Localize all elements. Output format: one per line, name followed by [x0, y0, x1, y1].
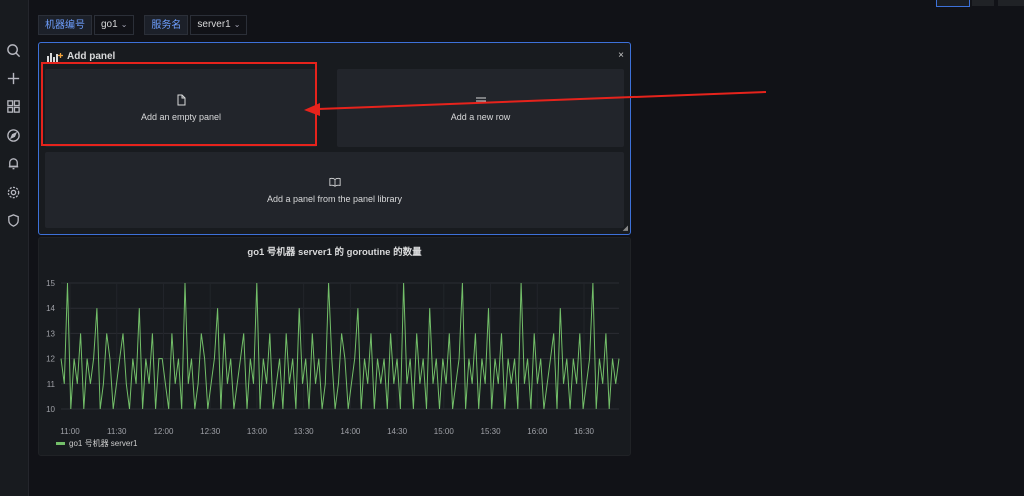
y-tick-label: 13	[46, 329, 55, 338]
shield-icon[interactable]	[3, 210, 23, 230]
top-right-button-3[interactable]	[998, 0, 1024, 6]
alert-bell-icon[interactable]	[3, 153, 23, 173]
file-icon	[177, 94, 186, 106]
y-tick-label: 12	[46, 355, 55, 364]
top-right-button[interactable]	[936, 0, 970, 7]
x-tick-label: 12:30	[200, 427, 221, 436]
add-panel-library-option[interactable]: Add a panel from the panel library	[45, 152, 624, 228]
x-tick-label: 13:00	[247, 427, 268, 436]
x-tick-label: 11:30	[107, 427, 127, 436]
resize-handle-icon[interactable]: ◢	[623, 224, 628, 232]
variable-value-machine: go1	[101, 19, 118, 30]
add-panel-library-label: Add a panel from the panel library	[266, 194, 403, 204]
explore-icon[interactable]	[3, 125, 23, 145]
add-panel-header: Add panel	[47, 51, 115, 62]
add-panel-title: Add panel	[67, 51, 116, 62]
series-line	[60, 282, 620, 410]
add-panel-widget: Add panel × Add an empty panel Add a new…	[38, 42, 631, 235]
dashboards-icon[interactable]	[3, 96, 23, 116]
variables-bar: 机器编号 go1 ⌄ 服务名 server1 ⌄	[38, 14, 248, 36]
x-tick-label: 15:00	[434, 427, 455, 436]
variable-select-service[interactable]: server1 ⌄	[190, 15, 248, 35]
plus-icon[interactable]	[3, 68, 23, 88]
sidebar	[0, 0, 29, 496]
y-tick-label: 10	[46, 405, 55, 414]
x-tick-label: 13:30	[294, 427, 315, 436]
add-empty-panel-label: Add an empty panel	[140, 112, 222, 122]
legend-swatch	[56, 442, 65, 445]
x-tick-label: 12:00	[153, 427, 174, 436]
gear-icon[interactable]	[3, 182, 23, 202]
top-right-button-2[interactable]	[972, 0, 994, 6]
rows-icon	[475, 97, 486, 102]
add-new-row-label: Add a new row	[450, 112, 511, 122]
y-tick-label: 11	[47, 380, 56, 389]
x-tick-label: 16:00	[527, 427, 548, 436]
x-tick-label: 16:30	[574, 427, 595, 436]
add-new-row-option[interactable]: Add a new row	[337, 69, 624, 147]
legend[interactable]: go1 号机器 server1	[56, 438, 137, 449]
x-tick-label: 11:00	[60, 427, 80, 436]
variable-select-machine[interactable]: go1 ⌄	[94, 15, 135, 35]
add-panel-icon	[47, 52, 63, 62]
y-tick-label: 14	[46, 304, 55, 313]
book-open-icon	[328, 177, 341, 187]
x-tick-label: 14:30	[387, 427, 408, 436]
y-tick-label: 15	[46, 279, 55, 288]
add-empty-panel-option[interactable]: Add an empty panel	[45, 69, 317, 147]
legend-label: go1 号机器 server1	[69, 439, 138, 448]
x-tick-label: 14:00	[340, 427, 361, 436]
x-tick-label: 15:30	[481, 427, 502, 436]
variable-value-service: server1	[197, 19, 231, 30]
chevron-down-icon: ⌄	[233, 20, 241, 29]
variable-label-service: 服务名	[144, 15, 189, 35]
variable-label-machine: 机器编号	[38, 15, 92, 35]
goroutine-chart: 10 11 12 13 14 15 11:00 11:30 12:00 12:30 13:00 13:…	[46, 279, 620, 436]
close-button[interactable]: ×	[618, 50, 624, 61]
search-icon[interactable]	[3, 40, 23, 60]
graph-panel[interactable]: go1 号机器 server1 的 goroutine 的数量 10 11 12 13…	[38, 237, 631, 456]
chevron-down-icon: ⌄	[120, 20, 128, 29]
